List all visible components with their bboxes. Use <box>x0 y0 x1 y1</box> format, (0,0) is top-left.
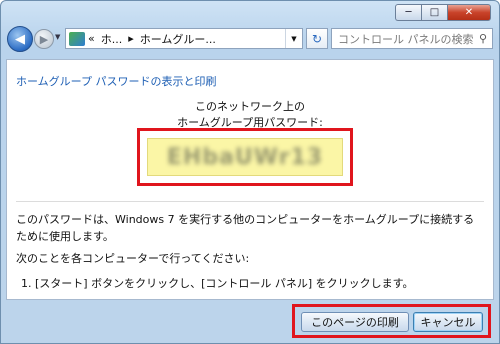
page-title: ホームグループ パスワードの表示と印刷 <box>16 75 217 88</box>
cancel-button[interactable]: キャンセル <box>413 312 483 332</box>
search-input[interactable]: コントロール パネルの検索 ⚲ <box>331 28 493 49</box>
refresh-icon: ↻ <box>311 31 323 46</box>
maximize-icon: □ <box>429 7 440 18</box>
navigation-bar: ◀ ▶ ▼ « ホ... ▸ ホームグルー... ▼ ↻ コントロール パネルの… <box>7 26 493 52</box>
back-arrow-icon: ◀ <box>15 31 25 47</box>
divider <box>16 201 484 202</box>
breadcrumb-overflow[interactable]: « <box>88 32 95 45</box>
search-icon[interactable]: ⚲ <box>479 32 487 45</box>
address-dropdown-icon[interactable]: ▼ <box>285 29 302 48</box>
breadcrumb-item[interactable]: ホ... <box>101 31 123 47</box>
password-value: EHbaUWr13 <box>166 144 324 170</box>
breadcrumb-item[interactable]: ホームグルー... <box>140 31 216 47</box>
instruction-text: 次のことを各コンピューターで行ってください: <box>16 252 250 265</box>
buttons-highlight-frame: このページの印刷 キャンセル <box>292 304 491 338</box>
search-placeholder: コントロール パネルの検索 <box>338 32 474 46</box>
minimize-icon: ─ <box>405 7 412 18</box>
content-pane: ホームグループ パスワードの表示と印刷 このネットワーク上の ホームグループ用パ… <box>6 59 494 300</box>
step-1-text: 1. [スタート] ボタンをクリックし、[コントロール パネル] をクリックしま… <box>21 277 414 290</box>
description-text: このパスワードは、Windows 7 を実行する他のコンピューターをホームグルー… <box>16 213 475 243</box>
forward-button[interactable]: ▶ <box>34 29 54 49</box>
refresh-button[interactable]: ↻ <box>306 28 328 49</box>
close-icon: ✕ <box>464 7 474 18</box>
address-bar[interactable]: « ホ... ▸ ホームグルー... ▼ <box>65 28 303 49</box>
history-dropdown-icon[interactable]: ▼ <box>55 33 60 41</box>
homegroup-window: ─ □ ✕ ◀ ▶ ▼ « ホ... ▸ ホームグルー... ▼ ↻ コントロー… <box>0 0 500 344</box>
forward-arrow-icon: ▶ <box>39 32 49 46</box>
close-button[interactable]: ✕ <box>447 4 491 21</box>
back-button[interactable]: ◀ <box>7 26 33 52</box>
print-page-button[interactable]: このページの印刷 <box>301 312 409 332</box>
breadcrumb-separator-icon[interactable]: ▸ <box>128 32 134 45</box>
minimize-button[interactable]: ─ <box>395 4 421 21</box>
password-box: EHbaUWr13 <box>147 138 343 176</box>
control-panel-icon <box>69 31 85 46</box>
window-controls: ─ □ ✕ <box>395 4 491 21</box>
password-highlight-frame: EHbaUWr13 <box>137 128 353 186</box>
password-label-line1: このネットワーク上の <box>195 100 305 113</box>
maximize-button[interactable]: □ <box>421 4 447 21</box>
